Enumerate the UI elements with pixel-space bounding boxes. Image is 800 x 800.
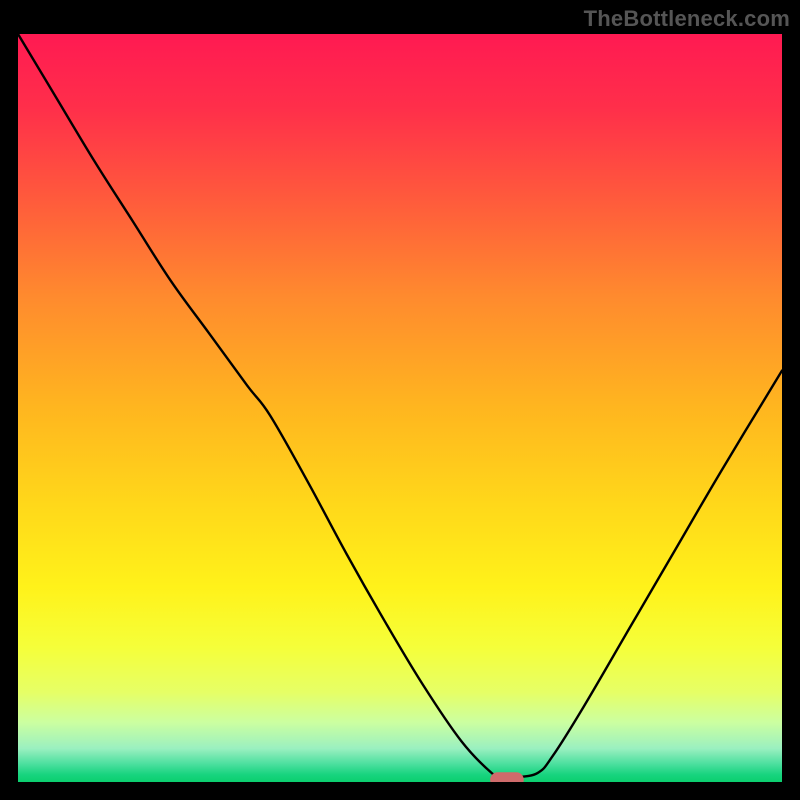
gradient-background [18, 34, 782, 782]
chart-svg [18, 34, 782, 782]
watermark-text: TheBottleneck.com [584, 6, 790, 32]
chart-plot-area [18, 34, 782, 782]
chart-frame: TheBottleneck.com [0, 0, 800, 800]
optimal-marker [490, 772, 524, 782]
